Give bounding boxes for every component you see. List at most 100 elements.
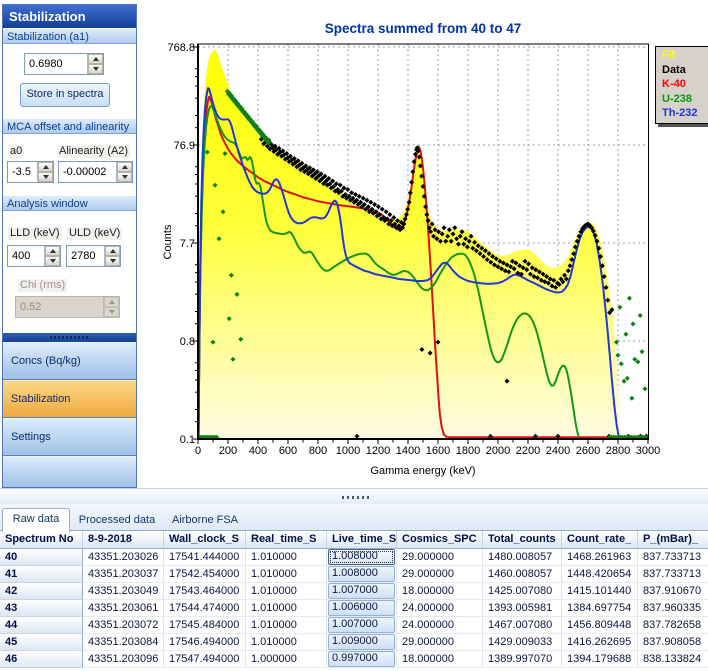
cell[interactable]: 46: [0, 651, 83, 668]
cell[interactable]: 1394.179688: [562, 651, 638, 668]
spin-up-button[interactable]: [38, 162, 53, 172]
cell[interactable]: 0.997000: [327, 651, 397, 668]
cell[interactable]: 18.000000: [397, 651, 483, 668]
cell[interactable]: 43: [0, 600, 83, 617]
cell[interactable]: 1.000000: [246, 651, 327, 668]
cell[interactable]: 1480.008057: [483, 549, 562, 566]
cell[interactable]: 1.006000: [327, 600, 397, 617]
cell[interactable]: 837.733713: [638, 566, 708, 583]
column-header-8-9-2018[interactable]: 8-9-2018: [83, 531, 164, 549]
cell[interactable]: 43351.203096: [83, 651, 164, 668]
cell[interactable]: 1416.262695: [562, 634, 638, 651]
cell[interactable]: 1467.007080: [483, 617, 562, 634]
tab-raw-data[interactable]: Raw data: [2, 508, 70, 532]
cell[interactable]: 1460.008057: [483, 566, 562, 583]
cell[interactable]: 837.782658: [638, 617, 708, 634]
live-time-cell[interactable]: 1.008000: [328, 566, 395, 582]
cell[interactable]: 29.000000: [397, 549, 483, 566]
cell[interactable]: 17546.494000: [164, 634, 246, 651]
lld-value[interactable]: 400: [8, 246, 44, 266]
cell[interactable]: 837.733713: [638, 549, 708, 566]
column-header-cosmics-spc[interactable]: Cosmics_SPC: [397, 531, 483, 549]
cell[interactable]: 1.007000: [327, 617, 397, 634]
column-header-spectrum-no[interactable]: Spectrum No: [0, 531, 83, 549]
spin-down-button[interactable]: [117, 172, 132, 182]
column-header-count-rate[interactable]: Count_rate_: [562, 531, 638, 549]
a0-spinedit[interactable]: -3.5: [7, 161, 54, 183]
alinearity-value[interactable]: -0.00002: [59, 162, 116, 182]
nav-button-settings[interactable]: Settings: [3, 418, 136, 456]
cell[interactable]: 43351.203026: [83, 549, 164, 566]
cell[interactable]: 1.009000: [327, 634, 397, 651]
cell[interactable]: 44: [0, 617, 83, 634]
tab-airborne-fsa[interactable]: Airborne FSA: [162, 510, 248, 531]
cell[interactable]: 17547.494000: [164, 651, 246, 668]
cell[interactable]: 29.000000: [397, 566, 483, 583]
panel-splitter-grip[interactable]: [3, 333, 136, 342]
cell[interactable]: 1448.420654: [562, 566, 638, 583]
spin-down-button[interactable]: [88, 64, 103, 74]
spin-up-button[interactable]: [88, 54, 103, 64]
focused-cell[interactable]: 1.008000: [328, 549, 395, 565]
nav-button-concs-bq-kg[interactable]: Concs (Bq/kg): [3, 342, 136, 380]
stabilization-a1-value[interactable]: 0.6980: [25, 54, 87, 74]
cell[interactable]: 1468.261963: [562, 549, 638, 566]
horizontal-splitter[interactable]: [0, 488, 708, 504]
spin-up-button[interactable]: [105, 246, 120, 256]
live-time-cell[interactable]: 1.006000: [328, 600, 395, 616]
cell[interactable]: 17542.454000: [164, 566, 246, 583]
stabilization-a1-spinedit[interactable]: 0.6980: [24, 53, 104, 75]
cell[interactable]: 838.133824: [638, 651, 708, 668]
cell[interactable]: 1429.009033: [483, 634, 562, 651]
cell[interactable]: 18.000000: [397, 583, 483, 600]
cell[interactable]: 1.010000: [246, 617, 327, 634]
cell[interactable]: 1415.101440: [562, 583, 638, 600]
cell[interactable]: 24.000000: [397, 600, 483, 617]
spin-up-button[interactable]: [117, 162, 132, 172]
cell[interactable]: 17541.444000: [164, 549, 246, 566]
cell[interactable]: 837.910670: [638, 583, 708, 600]
spin-down-button[interactable]: [105, 256, 120, 266]
column-header-live-time-s[interactable]: Live_time_S: [327, 531, 397, 549]
cell[interactable]: 43351.203061: [83, 600, 164, 617]
spin-down-button[interactable]: [45, 256, 60, 266]
cell[interactable]: 45: [0, 634, 83, 651]
cell[interactable]: 17545.484000: [164, 617, 246, 634]
cell[interactable]: 1.008000: [327, 549, 397, 566]
live-time-cell[interactable]: 1.009000: [328, 634, 395, 650]
cell[interactable]: 837.908058: [638, 634, 708, 651]
cell[interactable]: 1.010000: [246, 600, 327, 617]
cell[interactable]: 1.008000: [327, 566, 397, 583]
cell[interactable]: 1393.005981: [483, 600, 562, 617]
cell[interactable]: 1.010000: [246, 549, 327, 566]
alinearity-spinedit[interactable]: -0.00002: [58, 161, 133, 183]
a0-value[interactable]: -3.5: [8, 162, 37, 182]
cell[interactable]: 1.010000: [246, 634, 327, 651]
cell[interactable]: 24.000000: [397, 617, 483, 634]
cell[interactable]: 1389.997070: [483, 651, 562, 668]
column-header-wall-clock-s[interactable]: Wall_clock_S: [164, 531, 246, 549]
cell[interactable]: 17543.464000: [164, 583, 246, 600]
cell[interactable]: 17544.474000: [164, 600, 246, 617]
cell[interactable]: 43351.203049: [83, 583, 164, 600]
cell[interactable]: 1.010000: [246, 566, 327, 583]
cell[interactable]: 1.010000: [246, 583, 327, 600]
tab-processed-data[interactable]: Processed data: [74, 510, 160, 531]
cell[interactable]: 43351.203072: [83, 617, 164, 634]
nav-button-stabilization[interactable]: Stabilization: [3, 380, 136, 418]
uld-value[interactable]: 2780: [67, 246, 104, 266]
spin-up-button[interactable]: [45, 246, 60, 256]
lld-spinedit[interactable]: 400: [7, 245, 61, 267]
live-time-cell[interactable]: 1.007000: [328, 617, 395, 633]
cell[interactable]: 1.007000: [327, 583, 397, 600]
spin-down-button[interactable]: [38, 172, 53, 182]
cell[interactable]: 1456.809448: [562, 617, 638, 634]
cell[interactable]: 42: [0, 583, 83, 600]
store-in-spectra-button[interactable]: Store in spectra: [20, 83, 110, 107]
cell[interactable]: 837.960335: [638, 600, 708, 617]
column-header-p-mbar[interactable]: P_(mBar)_: [638, 531, 708, 549]
cell[interactable]: 29.000000: [397, 634, 483, 651]
column-header-real-time-s[interactable]: Real_time_S: [246, 531, 327, 549]
live-time-cell[interactable]: 1.007000: [328, 583, 395, 599]
cell[interactable]: 40: [0, 549, 83, 566]
